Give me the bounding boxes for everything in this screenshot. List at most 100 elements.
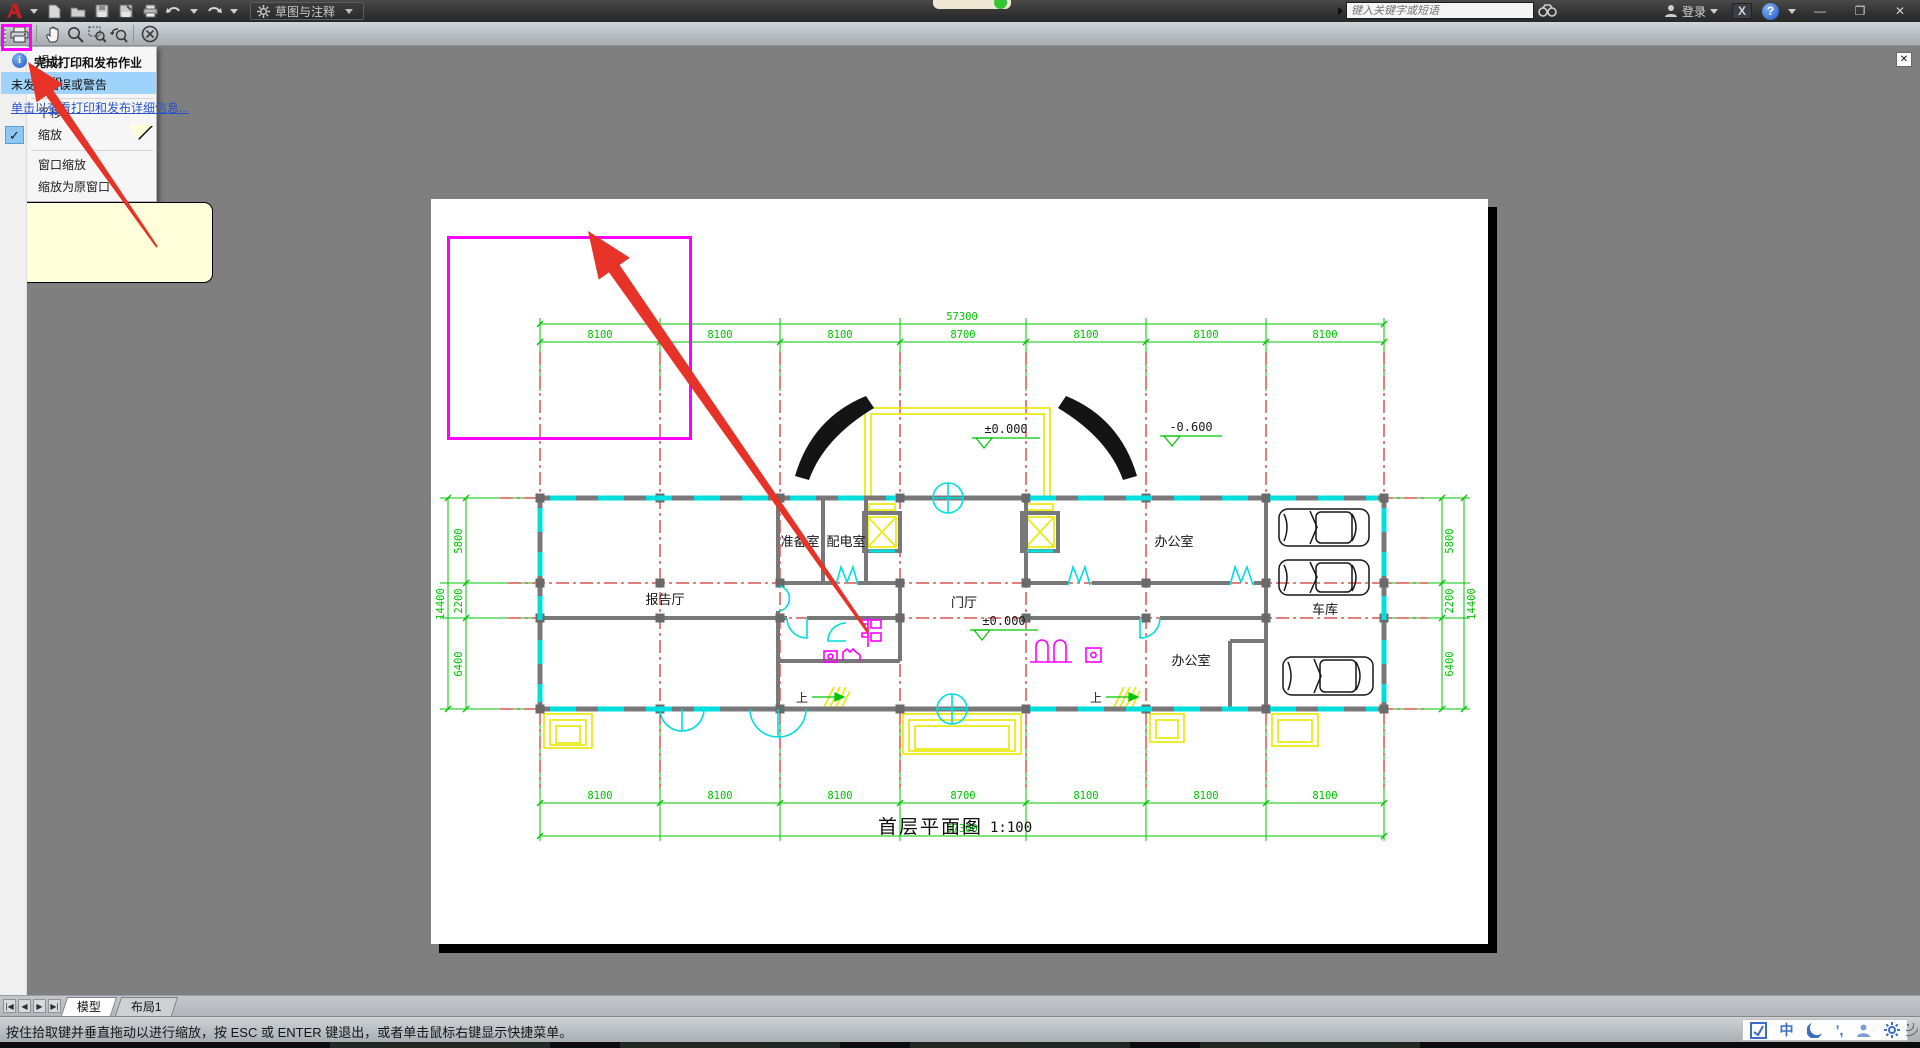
svg-text:8100: 8100 [1073,329,1098,341]
save-as-icon[interactable] [116,2,136,20]
room-label-office-top: 办公室 [1154,534,1193,550]
new-file-icon[interactable] [44,2,64,20]
menu-annotation-box [447,236,692,440]
svg-text:8100: 8100 [827,790,852,802]
cars [1278,508,1374,696]
svg-text:8700: 8700 [950,329,975,341]
printer-annotation-box [1,24,32,51]
svg-text:8100: 8100 [827,329,852,341]
user-icon [1664,5,1677,17]
room-label-garage: 车库 [1312,602,1338,618]
menu-item-zoom-original[interactable]: 缩放为原窗口 [1,176,156,198]
minimize-button[interactable]: — [1803,2,1837,20]
plan-scale: 1:100 [990,820,1032,836]
redo-icon[interactable] [204,2,224,20]
isolate-objects-icon[interactable]: ’, [1836,1022,1844,1038]
svg-text:14400: 14400 [435,588,447,620]
svg-text:8100: 8100 [1073,790,1098,802]
elevation-entry: -0.600 [1169,420,1212,434]
restore-button[interactable]: ❐ [1843,2,1877,20]
tab-prev-button[interactable]: ◀ [18,999,31,1013]
zoom-previous-icon[interactable] [108,24,130,44]
tab-first-button[interactable]: |◀ [3,999,16,1013]
notification-close-button[interactable]: ✕ [1896,52,1912,67]
search-input[interactable] [1346,2,1534,19]
svg-text:8100: 8100 [707,790,732,802]
workspace-caret-icon[interactable] [345,8,354,14]
settings-gear-icon[interactable] [1884,1022,1901,1038]
resize-grip[interactable] [1906,1023,1918,1037]
redo-caret-icon[interactable] [230,8,238,14]
exchange-apps-button[interactable]: X [1732,3,1752,19]
app-menu-caret-icon[interactable] [30,8,38,14]
sign-in-caret-icon[interactable] [1710,8,1718,14]
status-message: 按住拾取键并垂直拖动以进行缩放，按 ESC 或 ENTER 键退出，或者单击鼠标… [6,1025,573,1040]
svg-text:14400: 14400 [1466,588,1478,620]
svg-text:5800: 5800 [1444,528,1456,553]
svg-text:57300: 57300 [946,311,978,323]
stair-up-label: 上 [796,691,808,705]
plot-icon[interactable] [140,2,160,20]
open-file-icon[interactable] [68,2,88,20]
infocenter-expand-icon[interactable] [1338,6,1343,15]
close-preview-icon[interactable] [139,24,161,44]
status-tray: 中 ’, [1742,1019,1908,1041]
room-label-lecture: 报告厅 [645,593,684,608]
ime-indicator[interactable]: 中 [1780,1020,1794,1040]
annotation-monitor-icon[interactable] [1749,1021,1767,1039]
undo-icon[interactable] [164,2,184,20]
zoom-realtime-icon[interactable] [64,24,86,44]
sign-in-button[interactable]: 登录 [1664,3,1722,20]
preview-toolbar [0,22,1920,51]
room-labels: 报告厅 准备室 配电室 门厅 办公室 车库 办公室 [645,534,1338,669]
svg-text:8100: 8100 [1193,329,1218,341]
info-icon: i [12,53,27,68]
close-button[interactable]: ✕ [1883,2,1917,20]
help-caret-icon[interactable] [1788,8,1796,14]
status-bar: 按住拾取键并垂直拖动以进行缩放，按 ESC 或 ENTER 键退出，或者单击鼠标… [0,1016,1920,1042]
workspace-selector[interactable]: 草图与注释 [250,2,365,20]
taskbar-button[interactable] [910,1042,1130,1048]
svg-text:2200: 2200 [453,588,465,613]
room-label-hall: 门厅 [951,596,977,611]
svg-text:8700: 8700 [950,790,975,802]
workspace-label: 草图与注释 [275,4,336,19]
plot-preview-canvas[interactable]: ±0.000 -0.600 ±0.000 上 上 57300 8100 8100… [0,46,1920,995]
svg-text:2200: 2200 [1444,588,1456,613]
svg-text:8100: 8100 [1312,790,1337,802]
check-icon: ✓ [5,126,24,144]
tab-model[interactable]: 模型 [60,997,118,1016]
zoom-window-icon[interactable] [86,24,108,44]
taskbar-button[interactable] [330,1042,550,1048]
screen-overlay-pill [933,0,1011,9]
stair-up-label: 上 [1090,691,1102,705]
tab-layout1[interactable]: 布局1 [114,997,178,1016]
svg-text:6400: 6400 [453,651,465,676]
pan-icon[interactable] [42,24,64,44]
plan-title: 首层平面图 [878,816,983,838]
menu-item-zoom-window[interactable]: 窗口缩放 [1,154,156,176]
undo-caret-icon[interactable] [190,8,198,14]
taskbar-button[interactable] [620,1042,840,1048]
notification-title: 完成打印和发布作业 [34,56,143,70]
autocad-logo-icon[interactable] [2,1,26,21]
search-binoculars-icon[interactable] [1538,3,1558,18]
save-icon[interactable] [92,2,112,20]
car [1278,508,1370,547]
app-window: 草图与注释 登录 X ? — ❐ ✕ [0,0,1920,1048]
help-button[interactable]: ? [1762,2,1779,20]
sanitary-fixtures [823,617,1102,663]
notification-body: 未发现错误或警告 [11,78,108,92]
user-tray-icon[interactable] [1856,1023,1871,1038]
clean-screen-moon-icon[interactable] [1806,1022,1823,1038]
elevation-main: ±0.000 [984,422,1027,436]
svg-text:8100: 8100 [1312,329,1337,341]
svg-text:8100: 8100 [707,329,732,341]
tab-last-button[interactable]: ▶| [48,999,61,1013]
svg-text:8100: 8100 [587,790,612,802]
overlay-record-dot [994,0,1007,9]
svg-text:6400: 6400 [1444,651,1456,676]
notification-link[interactable]: 单击以查看打印和发布详细信息... [11,99,189,116]
tab-next-button[interactable]: ▶ [33,999,46,1013]
taskbar-button[interactable] [1200,1042,1420,1048]
